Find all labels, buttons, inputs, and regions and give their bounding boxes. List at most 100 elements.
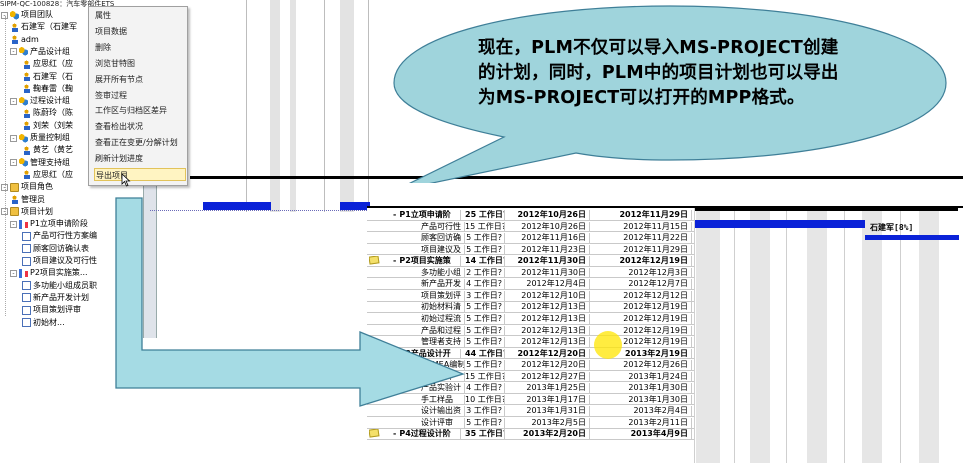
tree-node[interactable]: - P2项目实施策... xyxy=(10,267,88,279)
task-duration-cell: 14 工作日? xyxy=(465,256,505,267)
tree-node[interactable]: 初始材... xyxy=(22,317,65,329)
task-duration-cell: 5 工作日? xyxy=(465,302,505,313)
tree-node[interactable]: 石建军（石 xyxy=(22,71,73,83)
task-finish-cell: 2012年12月3日 xyxy=(590,267,692,278)
task-start-cell: 2012年11月30日 xyxy=(505,256,590,267)
task-start-cell: 2012年10月26日 xyxy=(505,210,590,220)
menu-item[interactable]: 删除 xyxy=(94,41,186,54)
menu-item[interactable]: 查看检出状况 xyxy=(94,120,186,133)
task-finish-cell: 2012年12月26日 xyxy=(590,360,692,371)
tree-node[interactable]: 多功能小组成员职 xyxy=(22,280,97,292)
tree-node-label: 新产品开发计划 xyxy=(33,292,89,302)
tree-node-label: 应思红（应 xyxy=(33,169,73,179)
tree-node-label: 顾客回访确认表 xyxy=(33,243,89,253)
gantt-summary-bar xyxy=(695,207,958,211)
task-row[interactable]: 设计评审 5 工作日? 2013年2月5日 2013年2月11日 xyxy=(367,417,694,429)
task-start-cell: 2013年1月17日 xyxy=(505,394,590,405)
tree-node-label: 陈蔚玲（陈 xyxy=(33,108,73,118)
task-start-cell: 2013年2月5日 xyxy=(505,417,590,428)
tree-expand-toggle-icon[interactable]: - xyxy=(10,220,17,228)
tree-node[interactable]: 项目策划评审 xyxy=(22,304,81,316)
task-start-cell: 2012年12月13日 xyxy=(505,313,590,324)
task-finish-cell: 2013年4月9日 xyxy=(590,429,692,440)
task-start-cell: 2013年1月25日 xyxy=(505,383,590,394)
task-duration-cell: 10 工作日? xyxy=(465,394,505,405)
task-finish-cell: 2012年11月29日 xyxy=(590,210,692,220)
menu-item[interactable]: 导出项目 xyxy=(94,168,186,181)
person-icon xyxy=(22,59,31,69)
tree-node[interactable]: - 质量控制组 xyxy=(10,132,70,144)
group-icon xyxy=(19,158,28,168)
tree-node-label: 产品可行性方案编 xyxy=(33,231,97,241)
menu-item[interactable]: 查看正在变更/分解计划 xyxy=(94,136,186,149)
menu-item[interactable]: 签审过程 xyxy=(94,89,186,102)
tree-node-label: 项目计划 xyxy=(21,206,53,216)
menu-item[interactable]: 刷新计划进度 xyxy=(94,152,186,165)
tree-node[interactable]: 管理员 xyxy=(10,194,45,206)
tree-node-label: adm xyxy=(21,34,39,44)
tree-node[interactable]: - 项目角色 xyxy=(1,181,53,193)
weekend-column xyxy=(807,208,827,463)
folder-icon xyxy=(10,207,19,217)
plan-icon xyxy=(19,268,28,278)
doc-icon xyxy=(22,256,31,266)
tree-expand-toggle-icon[interactable]: - xyxy=(10,134,17,142)
tree-node-label: 产品设计组 xyxy=(30,46,70,56)
tree-node[interactable]: 黄艺（黄艺 xyxy=(22,144,73,156)
tree-node[interactable]: 新产品开发计划 xyxy=(22,292,89,304)
collapse-toggle-icon[interactable]: - xyxy=(393,429,396,438)
task-duration-cell: 5 工作日? xyxy=(465,360,505,371)
tree-node[interactable]: 鞠春雷（鞠 xyxy=(22,83,73,95)
task-start-cell: 2013年1月31日 xyxy=(505,406,590,417)
tree-node[interactable]: 陈蔚玲（陈 xyxy=(22,107,73,119)
tree-node-label: 鞠春雷（鞠 xyxy=(33,83,73,93)
task-duration-cell: 5 工作日? xyxy=(465,337,505,348)
task-finish-cell: 2012年11月22日 xyxy=(590,233,692,244)
tree-node-label: P2项目实施策... xyxy=(30,268,88,278)
menu-item[interactable]: 工作区与归档区差异 xyxy=(94,104,186,117)
task-finish-cell: 2012年11月29日 xyxy=(590,244,692,255)
gantt-gridline xyxy=(368,0,369,212)
menu-item[interactable]: 展开所有节点 xyxy=(94,73,186,86)
tree-expand-toggle-icon[interactable]: - xyxy=(10,48,17,56)
task-duration-cell: 4 工作日? xyxy=(465,279,505,290)
doc-icon xyxy=(22,305,31,315)
task-duration-cell: 15 工作日? xyxy=(465,371,505,382)
tree-node-label: 项目建议及可行性 xyxy=(33,256,97,265)
tree-node-label: 项目团队 xyxy=(21,10,53,19)
tree-node[interactable]: - 项目计划 xyxy=(1,206,53,218)
tree-node[interactable]: - 管理支持组 xyxy=(10,157,70,169)
tree-node[interactable]: 项目建议及可行性 xyxy=(22,255,97,267)
tree-node-label: 质量控制组 xyxy=(30,133,70,142)
tree-node-label: 多功能小组成员职 xyxy=(33,280,97,290)
menu-item[interactable]: 浏览甘特图 xyxy=(94,57,186,70)
mouse-cursor-icon xyxy=(121,173,131,187)
tree-node[interactable]: 刘荣（刘荣 xyxy=(22,120,73,132)
tree-node[interactable]: 产品可行性方案编 xyxy=(22,230,97,242)
person-icon xyxy=(10,35,19,45)
tree-node[interactable]: 顾客回访确认表 xyxy=(22,243,89,255)
task-finish-cell: 2012年11月15日 xyxy=(590,221,692,232)
tree-expand-toggle-icon[interactable]: - xyxy=(10,269,17,277)
tree-node[interactable]: 应思红（应 xyxy=(22,58,73,70)
summary-task-row[interactable]: - P4过程设计阶 35 工作日? 2013年2月20日 2013年4月9日 xyxy=(367,429,694,441)
task-start-cell: 2012年12月13日 xyxy=(505,337,590,348)
task-finish-cell: 2012年12月19日 xyxy=(590,256,692,267)
tree-node[interactable]: adm xyxy=(10,34,39,46)
task-finish-cell: 2013年1月30日 xyxy=(590,394,692,405)
tree-node[interactable]: - P1立项申请阶段 xyxy=(10,218,88,230)
tree-node[interactable]: 应思红（应 xyxy=(22,169,73,181)
tree-node[interactable]: - 产品设计组 xyxy=(10,46,70,58)
task-duration-cell: 35 工作日? xyxy=(465,429,505,440)
menu-item[interactable]: 属性 xyxy=(94,9,186,22)
person-icon xyxy=(22,170,31,180)
doc-icon xyxy=(22,281,31,291)
tree-node[interactable]: - 过程设计组 xyxy=(10,95,70,107)
tree-node[interactable]: 石建军（石建军 xyxy=(10,21,77,33)
weekend-column xyxy=(340,0,354,212)
tree-node-label: 石建军（石建军 xyxy=(21,22,77,32)
tree-node[interactable]: - 项目团队 xyxy=(1,9,53,21)
tree-expand-toggle-icon[interactable]: - xyxy=(10,159,17,167)
menu-item[interactable]: 项目数据 xyxy=(94,25,186,38)
tree-expand-toggle-icon[interactable]: - xyxy=(10,97,17,105)
